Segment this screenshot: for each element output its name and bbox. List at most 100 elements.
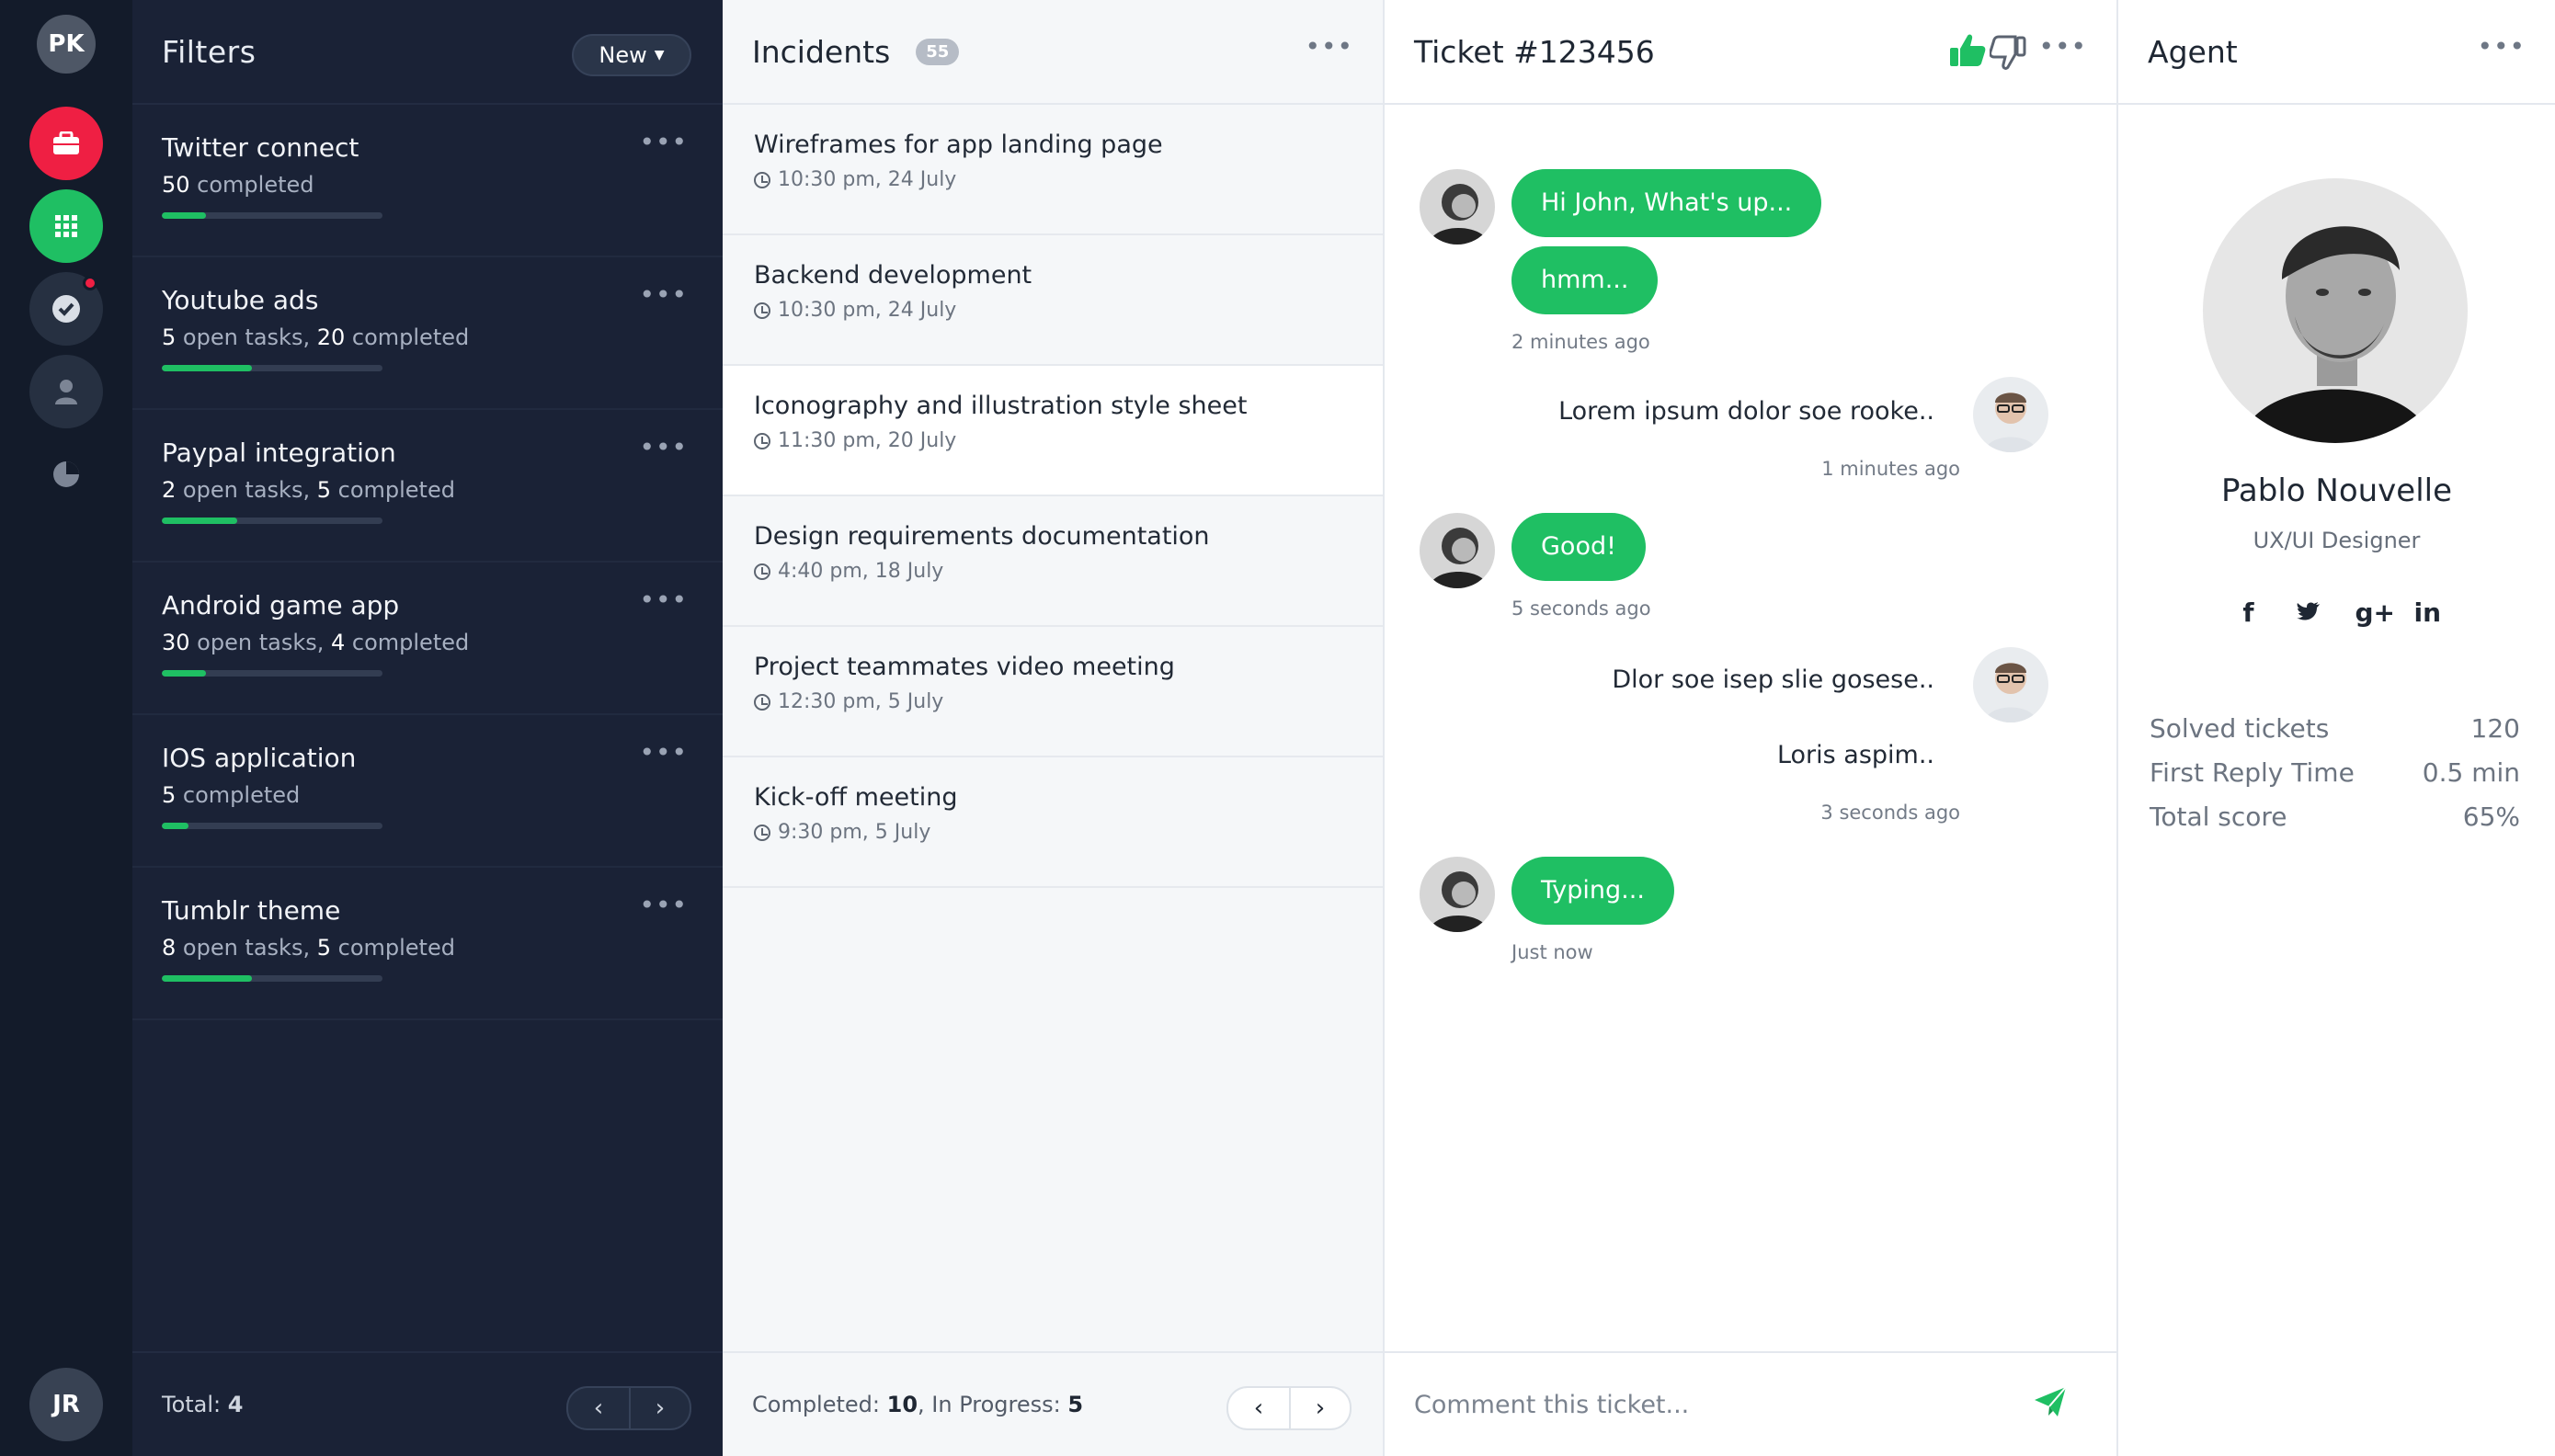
caret-down-icon: ▼ bbox=[654, 48, 665, 63]
social-links: f g+ in bbox=[2118, 597, 2555, 628]
next-page-button[interactable]: › bbox=[1289, 1388, 1350, 1428]
incident-title: Design requirements documentation bbox=[754, 522, 1210, 551]
incident-title: Iconography and illustration style sheet bbox=[754, 392, 1248, 420]
clock-icon bbox=[754, 301, 770, 319]
rail-briefcase-button[interactable] bbox=[29, 107, 103, 180]
customer-avatar bbox=[1420, 513, 1495, 588]
more-options-icon[interactable]: ••• bbox=[1305, 34, 1353, 60]
progress-fill bbox=[162, 670, 206, 677]
thumbs-up-icon[interactable] bbox=[1949, 33, 1986, 68]
stat-row: First Reply Time 0.5 min bbox=[2150, 757, 2520, 802]
chat-message-outgoing: Dlor soe isep slie gosese.. bbox=[1612, 665, 1934, 694]
user-avatar-bottom[interactable]: JR bbox=[29, 1368, 103, 1441]
progress-fill bbox=[162, 518, 237, 524]
app-window: PK JR Filters New ▼ Twitter connect 50 c… bbox=[0, 0, 2555, 1456]
incident-item[interactable]: Design requirements documentation 4:40 p… bbox=[723, 496, 1383, 627]
more-options-icon[interactable]: ••• bbox=[639, 740, 688, 766]
more-options-icon[interactable]: ••• bbox=[639, 282, 688, 308]
check-icon bbox=[52, 295, 80, 323]
more-options-icon[interactable]: ••• bbox=[639, 587, 688, 613]
new-filter-button[interactable]: New ▼ bbox=[572, 34, 691, 76]
incident-time: 9:30 pm, 5 July bbox=[754, 821, 1352, 844]
typing-bubble: Typing... bbox=[1511, 857, 1674, 925]
thumbs-down-icon[interactable] bbox=[1990, 35, 2026, 70]
prev-page-button[interactable]: ‹ bbox=[1228, 1388, 1289, 1428]
rail-reports-button[interactable] bbox=[29, 438, 103, 511]
incident-item[interactable]: Backend development 10:30 pm, 24 July bbox=[723, 235, 1383, 366]
chat-bubble: Good! bbox=[1511, 513, 1646, 581]
more-options-icon[interactable]: ••• bbox=[639, 893, 688, 918]
grid-icon bbox=[55, 215, 77, 237]
incident-title: Backend development bbox=[754, 261, 1032, 290]
agent-avatar-small bbox=[1973, 647, 2048, 722]
message-stack: Good! 5 seconds ago bbox=[1511, 513, 1651, 620]
stat-value: 65% bbox=[2462, 802, 2520, 832]
filter-title: Paypal integration bbox=[162, 438, 396, 468]
chat-message-incoming: Hi John, What's up... hmm... 2 minutes a… bbox=[1420, 169, 1822, 353]
filters-total: Total: 4 bbox=[162, 1392, 244, 1417]
filter-list: Twitter connect 50 completed ••• Youtube… bbox=[132, 105, 723, 1020]
incidents-panel: Incidents 55 ••• Wireframes for app land… bbox=[723, 0, 1385, 1456]
incident-title: Wireframes for app landing page bbox=[754, 131, 1163, 159]
more-options-icon[interactable]: ••• bbox=[639, 130, 688, 155]
progress-fill bbox=[162, 975, 253, 982]
agent-role: UX/UI Designer bbox=[2253, 528, 2421, 553]
incident-item[interactable]: Project teammates video meeting 12:30 pm… bbox=[723, 627, 1383, 757]
filter-item[interactable]: Android game app 30 open tasks, 4 comple… bbox=[132, 563, 723, 715]
message-time: 3 seconds ago bbox=[1820, 802, 1960, 824]
message-stack: Hi John, What's up... hmm... 2 minutes a… bbox=[1511, 169, 1822, 353]
stat-value: 120 bbox=[2470, 713, 2520, 744]
filters-pager: ‹ › bbox=[566, 1386, 691, 1430]
filters-title: Filters bbox=[162, 33, 257, 70]
ticket-title: Ticket #123456 bbox=[1414, 33, 1655, 70]
comment-bar bbox=[1385, 1351, 2116, 1456]
customer-avatar bbox=[1420, 857, 1495, 932]
incidents-footer: Completed: 10, In Progress: 5 ‹ › bbox=[723, 1351, 1383, 1456]
filter-item[interactable]: Tumblr theme 8 open tasks, 5 completed •… bbox=[132, 868, 723, 1020]
stat-label: Solved tickets bbox=[2150, 713, 2330, 744]
ticket-panel: Ticket #123456 ••• Hi John, What's up...… bbox=[1385, 0, 2118, 1456]
more-options-icon[interactable]: ••• bbox=[2038, 34, 2087, 60]
linkedin-icon[interactable]: in bbox=[2414, 597, 2442, 628]
chat-message-incoming: Good! 5 seconds ago bbox=[1420, 513, 1651, 620]
incident-item[interactable]: Kick-off meeting 9:30 pm, 5 July bbox=[723, 757, 1383, 888]
twitter-icon[interactable] bbox=[2296, 597, 2320, 628]
incident-time: 12:30 pm, 5 July bbox=[754, 690, 1352, 713]
message-time: Just now bbox=[1511, 941, 1593, 963]
google-plus-icon[interactable]: g+ bbox=[2355, 597, 2396, 628]
facebook-icon[interactable]: f bbox=[2238, 597, 2260, 628]
progress-fill bbox=[162, 365, 253, 371]
filter-item[interactable]: Youtube ads 5 open tasks, 20 completed •… bbox=[132, 257, 723, 410]
more-options-icon[interactable]: ••• bbox=[639, 435, 688, 461]
agent-title: Agent bbox=[2148, 33, 2238, 70]
comment-input[interactable] bbox=[1414, 1390, 2039, 1419]
incident-time: 10:30 pm, 24 July bbox=[754, 299, 1352, 322]
incident-item-selected[interactable]: Iconography and illustration style sheet… bbox=[723, 366, 1383, 496]
incidents-pager: ‹ › bbox=[1226, 1386, 1352, 1430]
progress-bar bbox=[162, 518, 382, 524]
rail-grid-button[interactable] bbox=[29, 189, 103, 263]
incidents-summary: Completed: 10, In Progress: 5 bbox=[752, 1392, 1084, 1417]
stat-value: 0.5 min bbox=[2422, 757, 2520, 788]
message-stack: Typing... Just now bbox=[1511, 857, 1674, 963]
filter-subtitle: 2 open tasks, 5 completed bbox=[162, 477, 455, 503]
pie-chart-icon bbox=[53, 461, 79, 487]
user-avatar-top[interactable]: PK bbox=[37, 15, 96, 74]
progress-bar bbox=[162, 365, 382, 371]
filter-item[interactable]: Twitter connect 50 completed ••• bbox=[132, 105, 723, 257]
filter-item[interactable]: IOS application 5 completed ••• bbox=[132, 715, 723, 868]
chat-bubble: hmm... bbox=[1511, 246, 1659, 314]
incident-item[interactable]: Wireframes for app landing page 10:30 pm… bbox=[723, 105, 1383, 235]
filter-item[interactable]: Paypal integration 2 open tasks, 5 compl… bbox=[132, 410, 723, 563]
prev-page-button[interactable]: ‹ bbox=[568, 1388, 629, 1428]
more-options-icon[interactable]: ••• bbox=[2477, 34, 2526, 60]
send-icon[interactable] bbox=[2034, 1386, 2067, 1417]
filter-title: Tumblr theme bbox=[162, 895, 341, 926]
progress-bar bbox=[162, 670, 382, 677]
clock-icon bbox=[754, 824, 770, 841]
rail-user-button[interactable] bbox=[29, 355, 103, 428]
next-page-button[interactable]: › bbox=[629, 1388, 690, 1428]
filters-footer: Total: 4 ‹ › bbox=[132, 1351, 723, 1456]
progress-bar bbox=[162, 823, 382, 829]
rail-tasks-button[interactable] bbox=[29, 272, 103, 346]
